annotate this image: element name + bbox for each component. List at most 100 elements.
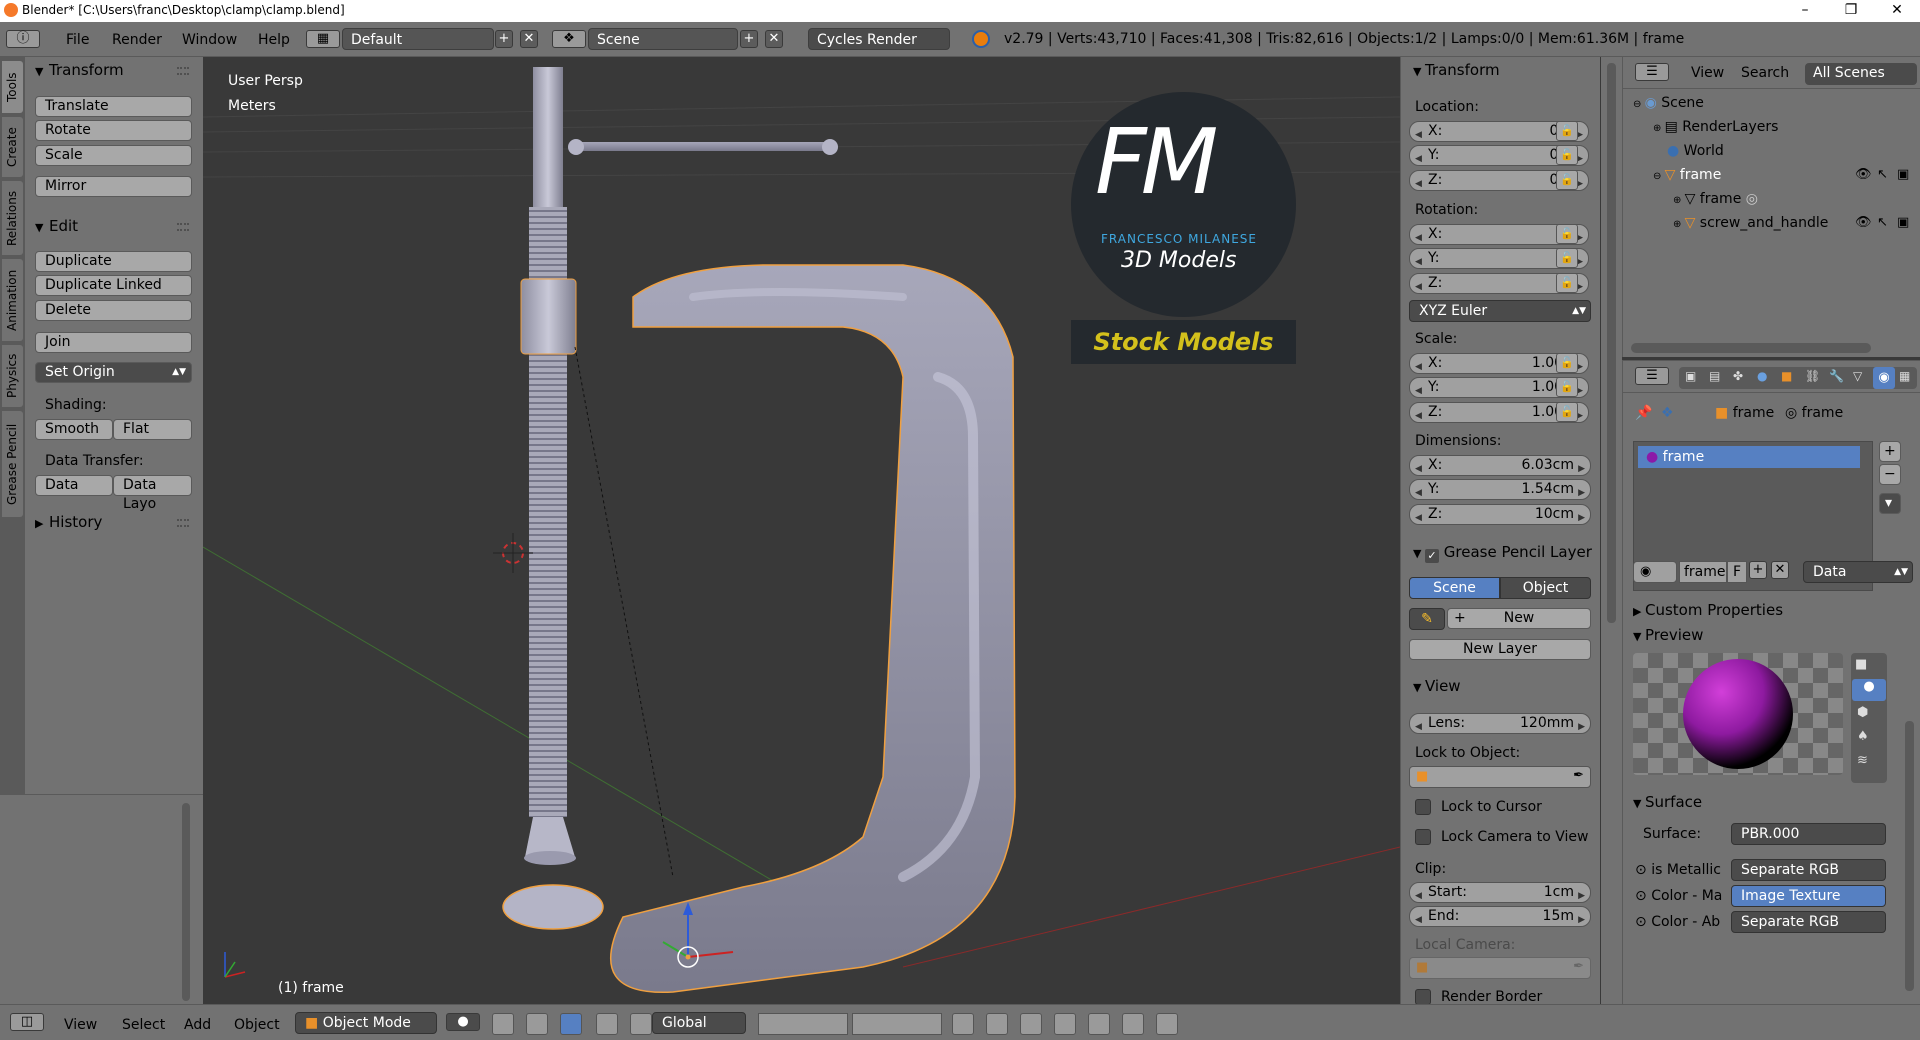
- unlink-material-icon[interactable]: ✕: [1771, 561, 1789, 579]
- tab-animation[interactable]: Animation: [2, 259, 23, 341]
- input-color-ma-link[interactable]: Image Texture: [1731, 885, 1886, 907]
- remove-slot-button[interactable]: −: [1879, 464, 1901, 485]
- data-tab-icon[interactable]: ▽: [1853, 369, 1862, 383]
- tab-tools[interactable]: Tools: [2, 61, 23, 113]
- info-editor-type-icon[interactable]: ⓘ: [6, 30, 40, 48]
- remove-scene-icon[interactable]: ✕: [765, 30, 783, 48]
- preview-hair-icon[interactable]: ≋: [1857, 753, 1868, 768]
- transform-panel-header[interactable]: ▼ Transform: [1413, 61, 1500, 79]
- gp-new-button[interactable]: + New: [1447, 608, 1591, 629]
- 3d-cursor[interactable]: [493, 533, 533, 573]
- mode-select[interactable]: ■ Object Mode: [295, 1012, 437, 1034]
- lock-icon[interactable]: 🔓: [1556, 170, 1578, 190]
- data-transfer-button[interactable]: Data: [35, 475, 113, 496]
- preview-sphere-icon[interactable]: ●: [1852, 679, 1886, 701]
- material-name-field[interactable]: frame: [1679, 561, 1727, 583]
- duplicate-linked-button[interactable]: Duplicate Linked: [35, 275, 192, 296]
- panel-grip-icon[interactable]: [177, 519, 189, 527]
- preview-header[interactable]: ▼ Preview: [1633, 626, 1703, 644]
- view-panel-header[interactable]: ▼ View: [1413, 677, 1461, 695]
- menu-view[interactable]: View: [64, 1017, 97, 1033]
- tab-create[interactable]: Create: [2, 117, 23, 177]
- scrollbar[interactable]: [182, 803, 190, 1001]
- surface-shader-select[interactable]: PBR.000: [1731, 823, 1886, 845]
- render-camera-icon[interactable]: ▣: [1897, 167, 1909, 182]
- lock-icon[interactable]: 🔓: [1556, 145, 1578, 165]
- slot-specials-button[interactable]: ▾: [1879, 493, 1901, 514]
- outliner-item-frame-mesh[interactable]: ⊕ ▽ frame ◎: [1673, 191, 1758, 207]
- custom-properties-header[interactable]: ▶ Custom Properties: [1633, 601, 1783, 619]
- editor-type-icon[interactable]: ◫: [10, 1013, 44, 1031]
- tab-grease-pencil[interactable]: Grease Pencil: [2, 411, 23, 517]
- outliner-filter-select[interactable]: All Scenes: [1805, 63, 1917, 85]
- lock-camera-checkbox[interactable]: [1415, 829, 1431, 845]
- maximize-button[interactable]: ❐: [1828, 0, 1874, 22]
- pencil-icon[interactable]: ✎: [1409, 608, 1445, 630]
- gp-scene-toggle[interactable]: Scene: [1409, 577, 1500, 599]
- render-engine-select[interactable]: Cycles Render: [808, 28, 950, 50]
- lock-icon[interactable]: 🔓: [1556, 121, 1578, 141]
- lock-object-field[interactable]: ■ ✒: [1409, 766, 1591, 788]
- lock-to-cursor-checkbox[interactable]: [1415, 799, 1431, 815]
- menu-object[interactable]: Object: [234, 1017, 280, 1033]
- input-color-ab-link[interactable]: Separate RGB: [1731, 911, 1886, 933]
- eyedropper-icon[interactable]: ✒: [1573, 768, 1584, 783]
- preview-flat-icon[interactable]: ■: [1855, 657, 1867, 672]
- menu-select[interactable]: Select: [122, 1017, 165, 1033]
- render-tab-icon[interactable]: ▣: [1685, 369, 1696, 383]
- properties-scrollbar-thumb[interactable]: [1905, 721, 1914, 991]
- material-slot-item[interactable]: ● frame: [1638, 446, 1860, 468]
- scene-icon[interactable]: ❖: [552, 30, 586, 48]
- outliner-editor-type-icon[interactable]: ☰: [1635, 63, 1669, 81]
- outliner-view-menu[interactable]: View: [1691, 65, 1724, 81]
- rotate-button[interactable]: Rotate: [35, 120, 192, 141]
- dimension-y-field[interactable]: ◀ Y: 1.54cm ▶: [1409, 479, 1591, 500]
- flat-button[interactable]: Flat: [113, 419, 192, 440]
- join-button[interactable]: Join: [35, 332, 192, 353]
- outliner-search-menu[interactable]: Search: [1741, 65, 1789, 81]
- screen-layout-icon[interactable]: ▦: [306, 30, 340, 48]
- add-slot-button[interactable]: +: [1879, 441, 1901, 462]
- scale-manipulator-icon[interactable]: [630, 1013, 652, 1035]
- menu-window[interactable]: Window: [182, 32, 237, 48]
- minimize-button[interactable]: –: [1782, 0, 1828, 22]
- tab-relations[interactable]: Relations: [2, 181, 23, 255]
- properties-editor-type-icon[interactable]: ☰: [1635, 367, 1669, 385]
- outliner-item-world[interactable]: ● World: [1667, 143, 1724, 159]
- tab-physics[interactable]: Physics: [2, 345, 23, 407]
- snap-element-icon[interactable]: [1054, 1013, 1076, 1035]
- new-material-icon[interactable]: +: [1749, 561, 1767, 579]
- remove-screen-icon[interactable]: ✕: [520, 30, 538, 48]
- mirror-button[interactable]: Mirror: [35, 176, 192, 197]
- panel-grip-icon[interactable]: [177, 223, 189, 231]
- layers-grid[interactable]: [758, 1013, 848, 1035]
- scene-select[interactable]: Scene: [588, 28, 738, 50]
- orientation-select[interactable]: Global: [652, 1012, 746, 1034]
- world-tab-icon[interactable]: ●: [1757, 369, 1767, 383]
- add-screen-icon[interactable]: +: [495, 30, 513, 48]
- fake-user-toggle[interactable]: F: [1727, 561, 1747, 583]
- checkbox-icon[interactable]: ✓: [1424, 549, 1439, 563]
- menu-add[interactable]: Add: [184, 1017, 211, 1033]
- texture-tab-icon[interactable]: ▦: [1899, 369, 1910, 383]
- scrollbar-thumb[interactable]: [1607, 63, 1616, 623]
- preview-cube-icon[interactable]: ⬢: [1857, 705, 1868, 720]
- preview-monkey-icon[interactable]: ♠: [1857, 729, 1869, 744]
- lock-icon[interactable]: 🔓: [1556, 224, 1578, 244]
- clip-end-field[interactable]: ◀ End: 15m ▶: [1409, 906, 1591, 927]
- lock-icon[interactable]: 🔓: [1556, 402, 1578, 422]
- lock-icon[interactable]: 🔓: [1556, 353, 1578, 373]
- scene-tab-icon[interactable]: ✤: [1733, 369, 1743, 383]
- rotate-manipulator-icon[interactable]: [596, 1013, 618, 1035]
- outliner-item-renderlayers[interactable]: ⊕ ▤ RenderLayers: [1653, 119, 1778, 135]
- screen-layout-select[interactable]: Default: [342, 28, 494, 50]
- input-metallic-link[interactable]: Separate RGB: [1731, 859, 1886, 881]
- add-scene-icon[interactable]: +: [740, 30, 758, 48]
- outliner-item-screw[interactable]: ⊕ ▽ screw_and_handle: [1673, 215, 1828, 231]
- select-arrow-icon[interactable]: ↖: [1877, 167, 1888, 182]
- menu-help[interactable]: Help: [258, 32, 290, 48]
- object-tab-icon[interactable]: ■: [1781, 369, 1792, 383]
- gp-object-toggle[interactable]: Object: [1500, 577, 1591, 599]
- set-origin-select[interactable]: Set Origin ▲▼: [35, 362, 192, 383]
- layers-tab-icon[interactable]: ▤: [1709, 369, 1720, 383]
